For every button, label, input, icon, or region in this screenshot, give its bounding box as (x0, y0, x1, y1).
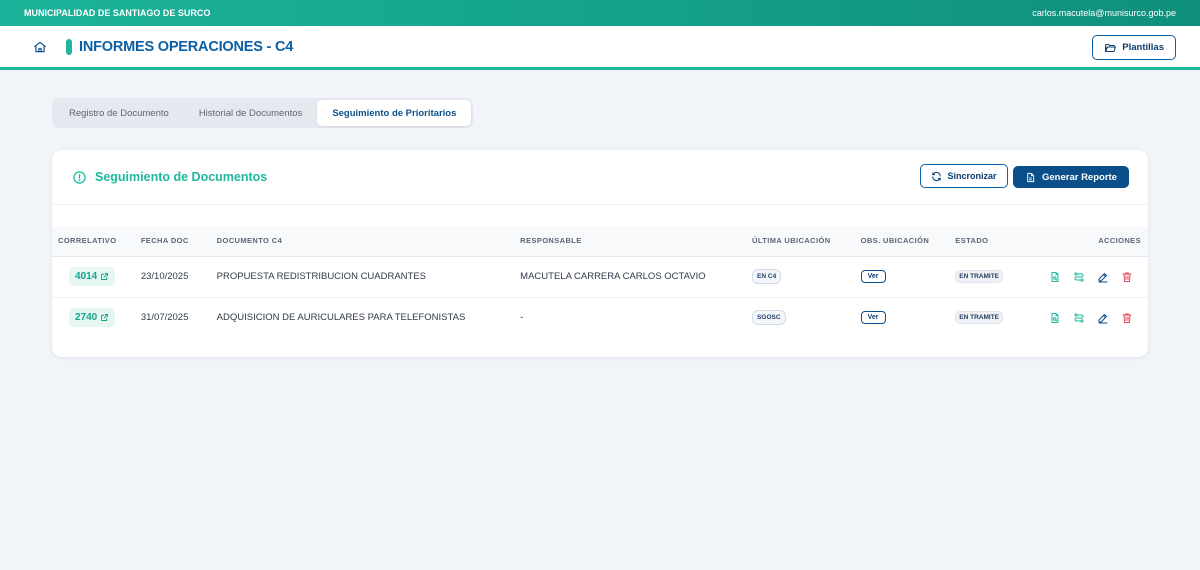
top-bar: MUNICIPALIDAD DE SANTIAGO DE SURCO carlo… (0, 0, 1200, 26)
responsable-cell: MACUTELA CARRERA CARLOS OCTAVIO (520, 271, 706, 282)
table-header-row: CORRELATIVO FECHA DOC DOCUMENTO C4 RESPO… (52, 226, 1148, 257)
tab-historial[interactable]: Historial de Documentos (184, 100, 318, 126)
file-search-icon (1051, 271, 1059, 282)
ver-button[interactable]: Ver (860, 311, 886, 325)
tracking-table: CORRELATIVO FECHA DOC DOCUMENTO C4 RESPO… (52, 226, 1148, 338)
tab-bar: Registro de Documento Historial de Docum… (52, 98, 474, 128)
title-accent (66, 38, 72, 55)
col-fecha[interactable]: FECHA DOC (140, 226, 217, 257)
transfer-button[interactable] (1071, 269, 1087, 285)
col-responsable[interactable]: RESPONSABLE (520, 226, 753, 257)
col-correlativo[interactable]: CORRELATIVO (52, 226, 141, 257)
file-search-icon (1051, 312, 1059, 323)
estado-badge: EN TRAMITE (955, 311, 1004, 325)
ver-button[interactable]: Ver (860, 270, 886, 283)
page-header: INFORMES OPERACIONES - C4 Plantillas (0, 26, 1200, 70)
trash-icon (1122, 272, 1132, 282)
tracking-card: Seguimiento de Documentos Sincronizar Ge… (52, 150, 1148, 357)
folder-open-icon (1105, 43, 1117, 52)
edit-icon (1098, 272, 1108, 282)
external-link-icon (101, 314, 109, 322)
info-circle-icon (73, 170, 86, 184)
view-file-button[interactable] (1047, 310, 1063, 326)
row-actions (1047, 269, 1148, 285)
generate-report-button[interactable]: Generar Reporte (1013, 166, 1129, 188)
transfer-icon (1074, 271, 1084, 282)
user-email: carlos.macutela@munisurco.gob.pe (1032, 8, 1176, 18)
refresh-icon (932, 171, 942, 181)
documento-cell: ADQUISICION DE AURICULARES PARA TELEFONI… (216, 312, 466, 324)
correlativo-link[interactable]: 2740 (69, 308, 116, 328)
home-icon (34, 41, 46, 52)
edit-button[interactable] (1095, 310, 1111, 326)
estado-badge: EN TRAMITE (955, 270, 1004, 283)
sync-label: Sincronizar (947, 171, 997, 181)
report-label: Generar Reporte (1042, 171, 1117, 183)
external-link-icon (101, 273, 109, 280)
sync-button[interactable]: Sincronizar (920, 164, 1008, 188)
fecha-cell: 31/07/2025 (140, 312, 189, 324)
trash-icon (1122, 313, 1132, 323)
table-row: 4014 23/10/2025 PROPUESTA REDISTRIBUCION… (52, 256, 1148, 297)
correlativo-value: 4014 (75, 271, 98, 282)
col-documento[interactable]: DOCUMENTO C4 (216, 226, 521, 257)
col-ubicacion[interactable]: ÚLTIMA UBICACIÓN (752, 226, 861, 257)
tab-seguimiento[interactable]: Seguimiento de Prioritarios (317, 100, 472, 126)
col-estado[interactable]: ESTADO (955, 226, 1047, 257)
col-obs[interactable]: OBS. UBICACIÓN (860, 226, 956, 257)
ubicacion-badge: SGOSC (752, 310, 786, 326)
edit-button[interactable] (1095, 269, 1111, 285)
documento-cell: PROPUESTA REDISTRIBUCION CUADRANTES (216, 271, 427, 282)
transfer-icon (1074, 313, 1084, 323)
file-icon (1027, 172, 1035, 182)
org-name: MUNICIPALIDAD DE SANTIAGO DE SURCO (24, 8, 211, 18)
correlativo-link[interactable]: 4014 (69, 267, 116, 286)
ubicacion-badge: EN C4 (752, 269, 782, 284)
fecha-cell: 23/10/2025 (140, 271, 189, 282)
card-header: Seguimiento de Documentos Sincronizar Ge… (52, 150, 1148, 205)
view-file-button[interactable] (1047, 269, 1063, 285)
col-acciones: ACCIONES (1047, 226, 1148, 257)
edit-icon (1098, 313, 1108, 324)
tab-registro[interactable]: Registro de Documento (54, 100, 184, 126)
plantillas-button[interactable]: Plantillas (1092, 35, 1176, 60)
responsable-cell: - (520, 312, 524, 324)
delete-button[interactable] (1119, 269, 1135, 285)
card-title: Seguimiento de Documentos (95, 170, 268, 184)
row-actions (1047, 310, 1148, 326)
page-title: INFORMES OPERACIONES - C4 (79, 38, 294, 55)
transfer-button[interactable] (1071, 310, 1087, 326)
home-button[interactable] (26, 33, 54, 61)
table-row: 2740 31/07/2025 ADQUISICION DE AURICULAR… (52, 297, 1148, 338)
delete-button[interactable] (1119, 310, 1135, 326)
correlativo-value: 2740 (75, 312, 98, 324)
plantillas-label: Plantillas (1122, 42, 1164, 53)
